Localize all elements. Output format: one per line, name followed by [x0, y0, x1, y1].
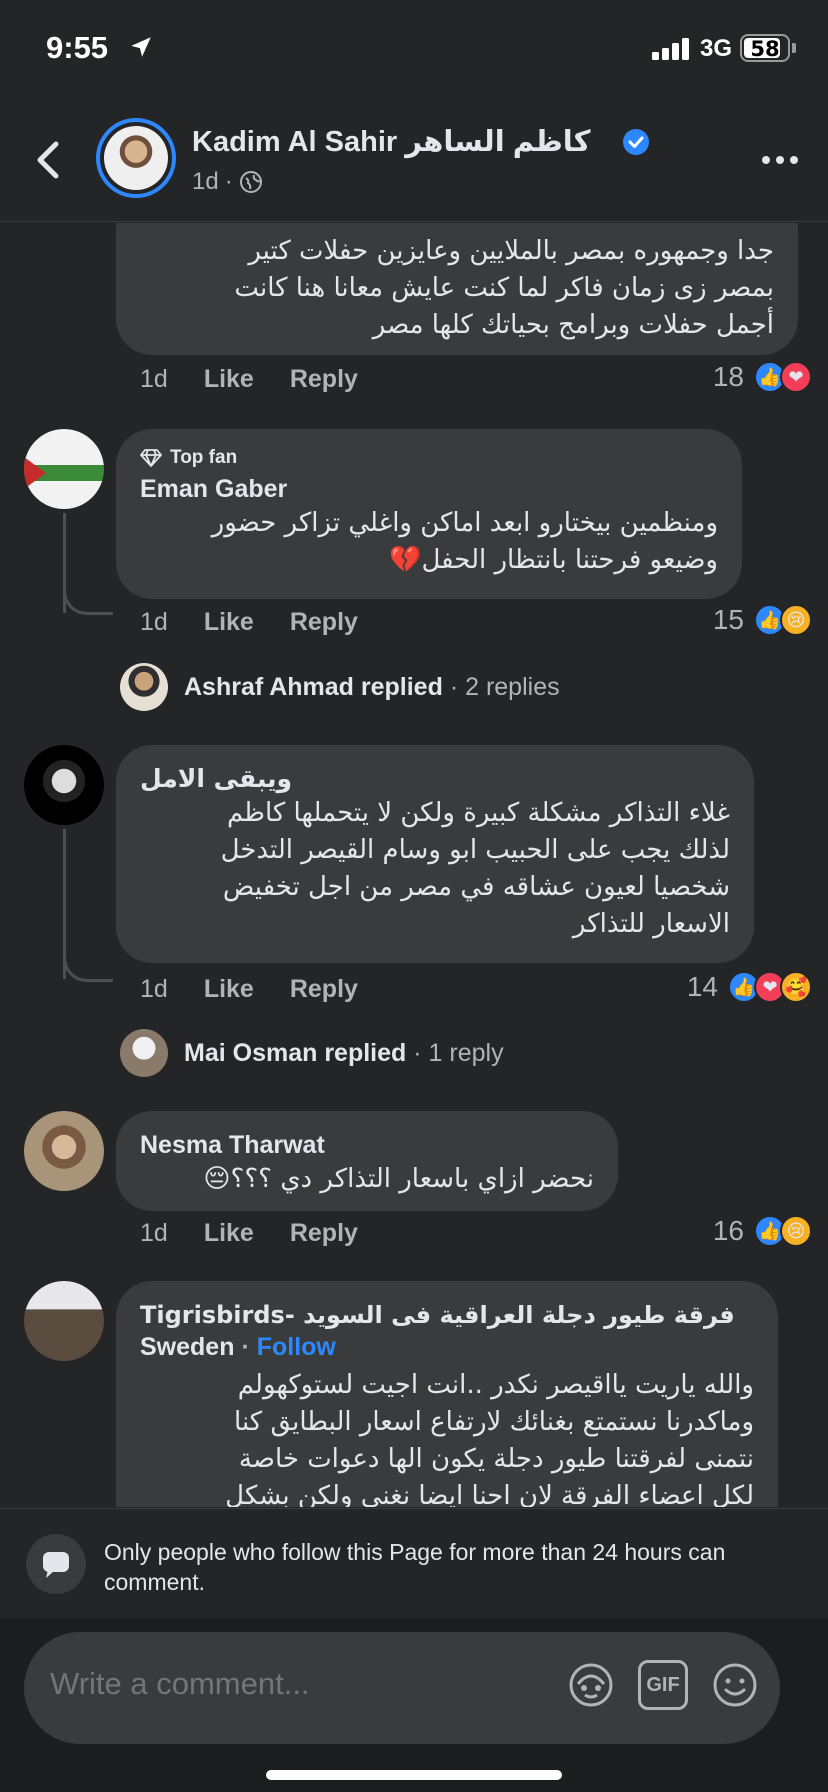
comment-actions: 1d Like Reply [140, 608, 358, 637]
comment-author-cont[interactable]: Sweden [140, 1333, 234, 1361]
view-replies[interactable]: Mai Osman replied · 1 reply [120, 1029, 504, 1077]
reaction-summary[interactable]: 16 👍 😢 [713, 1215, 812, 1247]
verified-badge-icon [623, 129, 649, 155]
comment-input[interactable] [50, 1666, 550, 1702]
comment-text: نحضر ازاي باسعار التذاكر دي ؟؟؟😔 [203, 1164, 594, 1194]
comment-bubble[interactable]: Top fan Eman Gaber ومنظمين بيختارو ابعد … [116, 429, 742, 599]
comment-composer[interactable]: GIF [24, 1632, 780, 1744]
location-arrow-icon [131, 37, 151, 57]
avatar[interactable] [24, 1111, 104, 1191]
comment-time: 1d [140, 365, 168, 393]
comment-time: 1d [140, 608, 168, 636]
comment-text: جدا وجمهوره بمصر بالملايين وعايزين حفلات… [234, 236, 774, 340]
network-type: 3G [700, 35, 733, 62]
follow-button[interactable]: Follow [257, 1333, 336, 1361]
status-time: 9:55 [46, 30, 109, 65]
gif-icon[interactable]: GIF [638, 1660, 688, 1710]
thread-connector [63, 585, 113, 615]
comment-author[interactable]: Nesma Tharwat [140, 1129, 594, 1161]
battery-icon: 58 [740, 34, 790, 62]
home-indicator[interactable] [266, 1770, 562, 1780]
comment-actions: 1d Like Reply [140, 1219, 358, 1248]
post-age: 1d [192, 168, 219, 195]
back-button[interactable] [30, 138, 70, 182]
comment-bubble[interactable]: Nesma Tharwat نحضر ازاي باسعار التذاكر د… [116, 1111, 618, 1211]
reply-avatar [120, 663, 168, 711]
reply-avatar [120, 1029, 168, 1077]
status-bar: 9:55 3G 58 [0, 0, 828, 100]
signal-icon [652, 38, 689, 60]
comment-time: 1d [140, 1219, 168, 1247]
avatar[interactable] [24, 745, 104, 825]
page-avatar[interactable] [96, 118, 176, 198]
battery-level: 58 [750, 37, 780, 61]
avatar-sticker-icon[interactable] [566, 1660, 616, 1710]
care-reaction-icon: 🥰 [780, 971, 812, 1003]
post-header: Kadim Al Sahir كاظم الساهر 1d · [0, 100, 828, 222]
reply-button[interactable]: Reply [290, 975, 358, 1004]
reaction-summary[interactable]: 18 👍 ❤ [713, 361, 812, 393]
sad-reaction-icon: 😢 [780, 604, 812, 636]
comment-bubble-icon [26, 1534, 86, 1594]
reaction-summary[interactable]: 15 👍 😢 [713, 604, 812, 636]
meta-separator: · [224, 168, 233, 195]
globe-icon [239, 171, 262, 193]
comment-actions: 1d Like Reply [140, 365, 358, 394]
emoji-icon[interactable] [710, 1660, 760, 1710]
love-reaction-icon: ❤ [780, 361, 812, 393]
like-button[interactable]: Like [204, 365, 254, 394]
comment-time: 1d [140, 975, 168, 1003]
comment-composer-area: GIF [0, 1618, 828, 1792]
comments-feed[interactable]: جدا وجمهوره بمصر بالملايين وعايزين حفلات… [0, 223, 828, 1507]
reply-button[interactable]: Reply [290, 608, 358, 637]
reply-button[interactable]: Reply [290, 1219, 358, 1248]
avatar[interactable] [24, 1281, 104, 1361]
post-meta: 1d · [192, 168, 263, 196]
top-fan-badge: Top fan [140, 447, 718, 469]
comment-bubble[interactable]: جدا وجمهوره بمصر بالملايين وعايزين حفلات… [116, 223, 798, 355]
like-button[interactable]: Like [204, 608, 254, 637]
comment-author[interactable]: فرقة طيور دجلة العراقية فى السويد -Tigri… [140, 1299, 754, 1331]
like-button[interactable]: Like [204, 975, 254, 1004]
reply-button[interactable]: Reply [290, 365, 358, 394]
thread-connector [63, 952, 113, 982]
notice-text: Only people who follow this Page for mor… [104, 1539, 726, 1595]
like-button[interactable]: Like [204, 1219, 254, 1248]
more-options-icon[interactable] [760, 150, 800, 170]
comment-restriction-notice: Only people who follow this Page for mor… [0, 1508, 828, 1618]
page-name[interactable]: Kadim Al Sahir كاظم الساهر [192, 124, 591, 159]
comment-text: والله ياريت يااقيصر نكدر ..انت اجيت لستو… [225, 1370, 754, 1507]
comment-text: ومنظمين بيختارو ابعد اماكن واغلي تزاكر ح… [211, 508, 718, 575]
view-replies[interactable]: Ashraf Ahmad replied · 2 replies [120, 663, 560, 711]
diamond-icon [140, 449, 162, 467]
comment-author[interactable]: Eman Gaber [140, 473, 718, 505]
comment-author[interactable]: ويبقى الامل [140, 763, 730, 795]
reaction-summary[interactable]: 14 👍 ❤ 🥰 [687, 971, 812, 1003]
avatar[interactable] [24, 429, 104, 509]
comment-bubble[interactable]: ويبقى الامل غلاء التذاكر مشكلة كبيرة ولك… [116, 745, 754, 963]
comment-bubble[interactable]: فرقة طيور دجلة العراقية فى السويد -Tigri… [116, 1281, 778, 1507]
comment-text: غلاء التذاكر مشكلة كبيرة ولكن لا يتحملها… [220, 798, 730, 939]
comment-actions: 1d Like Reply [140, 975, 358, 1004]
sad-reaction-icon: 😢 [780, 1215, 812, 1247]
